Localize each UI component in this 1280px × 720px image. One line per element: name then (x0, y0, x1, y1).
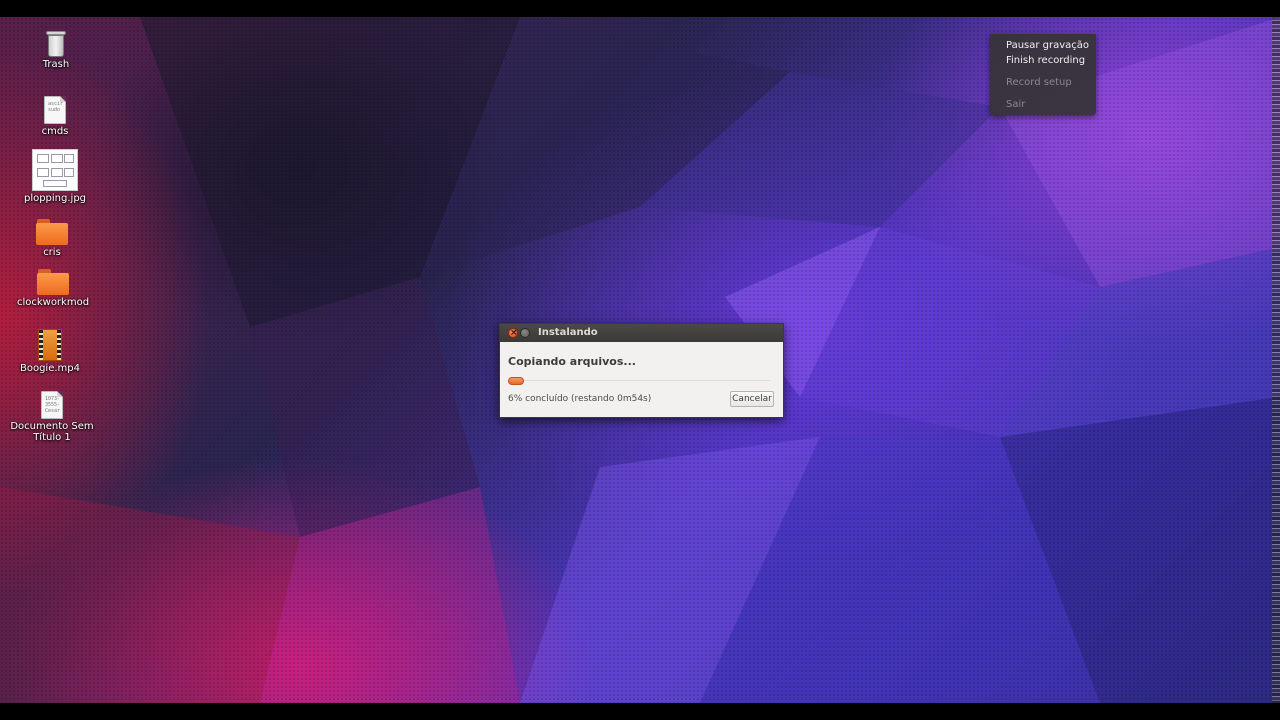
desktop[interactable]: Trash ascir sudo cmds plopping.jpg cris (0, 17, 1280, 703)
icon-label: cmds (41, 126, 69, 137)
top-letterbox (0, 0, 1280, 17)
folder-icon (37, 269, 69, 295)
desktop-icon-cmds[interactable]: ascir sudo cmds (5, 96, 105, 137)
text-file-icon: ascir sudo (44, 96, 66, 124)
close-icon[interactable] (508, 324, 518, 342)
desktop-icon-cris[interactable]: cris (2, 219, 102, 258)
cancel-button[interactable]: Cancelar (730, 391, 774, 407)
file-preview-line: sudo (48, 107, 61, 113)
folder-icon (36, 219, 68, 245)
progress-bar (508, 376, 771, 386)
dialog-heading: Copiando arquivos... (508, 355, 636, 368)
dialog-title: Instalando (538, 327, 598, 338)
icon-label: Boogie.mp4 (19, 363, 80, 374)
video-file-icon (38, 329, 62, 361)
menu-item-quit[interactable]: Sair (1006, 99, 1025, 110)
menu-item-finish-recording[interactable]: Finish recording (1006, 55, 1085, 66)
desktop-icon-plopping[interactable]: plopping.jpg (5, 149, 105, 204)
desktop-icon-clockworkmod[interactable]: clockworkmod (3, 269, 103, 308)
icon-label: cris (43, 247, 61, 258)
recording-menu: Pausar gravação Finish recording Record … (990, 34, 1096, 115)
icon-label: Documento Sem Título 1 (10, 421, 94, 443)
minimize-icon[interactable] (520, 328, 530, 338)
desktop-icon-boogie[interactable]: Boogie.mp4 (0, 329, 100, 374)
menu-item-record-setup[interactable]: Record setup (1006, 77, 1072, 88)
desktop-icon-documento[interactable]: 1073- 3555- Cesar Documento Sem Título 1 (2, 391, 102, 443)
image-file-icon (32, 149, 78, 191)
progress-fill (508, 377, 524, 385)
dialog-titlebar[interactable]: Instalando (500, 324, 783, 342)
icon-label: Trash (42, 59, 70, 70)
install-dialog: Instalando Copiando arquivos... 6% concl… (499, 323, 784, 418)
file-preview-line: Cesar (45, 408, 61, 414)
bottom-letterbox (0, 703, 1280, 720)
progress-status: 6% concluído (restando 0m54s) (508, 394, 652, 404)
menu-item-pause-recording[interactable]: Pausar gravação (1006, 40, 1089, 51)
icon-label: clockworkmod (16, 297, 90, 308)
icon-label: plopping.jpg (23, 193, 87, 204)
screen-edge-artifact (1272, 17, 1280, 703)
trash-icon (46, 29, 66, 57)
text-file-icon: 1073- 3555- Cesar (41, 391, 63, 419)
desktop-icon-trash[interactable]: Trash (6, 29, 106, 70)
